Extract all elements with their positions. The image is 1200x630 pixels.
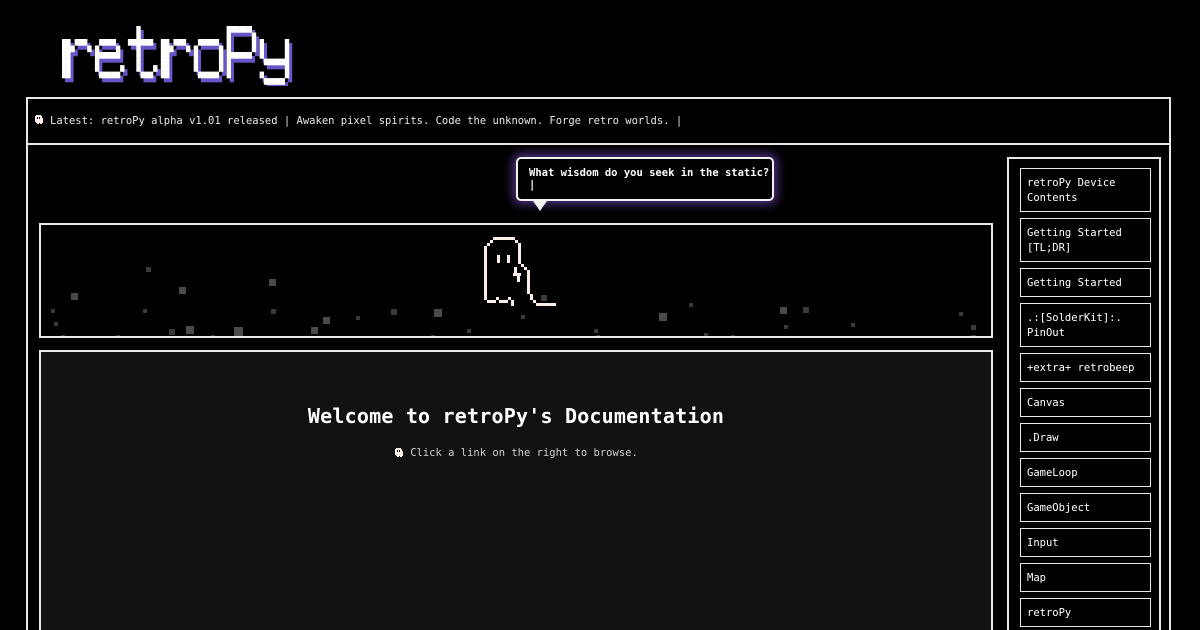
- ticker-text: Latest: retroPy alpha v1.01 released | A…: [50, 115, 683, 127]
- static-particle: [311, 327, 318, 334]
- static-particle: [659, 313, 667, 321]
- static-particle: [116, 335, 120, 336]
- page: retroPy Latest: retroPy alpha v1.01 rele…: [0, 0, 1200, 630]
- sidebar-item-gameobject[interactable]: GameObject: [1020, 493, 1151, 522]
- static-particle: [186, 326, 194, 334]
- static-particle: [179, 287, 186, 294]
- static-particle: [356, 316, 360, 320]
- static-particle: [851, 323, 855, 327]
- ghost-stage: [39, 223, 993, 338]
- static-particle: [971, 335, 976, 336]
- sidebar-item-input[interactable]: Input: [1020, 528, 1151, 557]
- sidebar-item-map[interactable]: Map: [1020, 563, 1151, 592]
- ghost-scene: [51, 237, 976, 336]
- sidebar-item-canvas[interactable]: Canvas: [1020, 388, 1151, 417]
- ghost-icon: [34, 114, 44, 128]
- static-particle: [391, 309, 397, 315]
- sidebar-item-getting-started-tldr[interactable]: Getting Started [TL;DR]: [1020, 218, 1151, 262]
- sidebar-item-gameloop[interactable]: GameLoop: [1020, 458, 1151, 487]
- static-particle: [51, 309, 55, 313]
- static-particle: [704, 333, 708, 336]
- static-particle: [596, 335, 600, 336]
- sidebar-item-retrobeep[interactable]: +extra+ retrobeep: [1020, 353, 1151, 382]
- page-title: Welcome to retroPy's Documentation: [307, 404, 725, 428]
- static-particle: [61, 335, 65, 336]
- static-particle: [521, 315, 525, 319]
- static-particle: [959, 312, 963, 316]
- static-particle: [323, 317, 330, 324]
- browse-hint: Click a link on the right to browse.: [41, 447, 991, 461]
- static-particle: [431, 335, 435, 336]
- sidebar-item-retropy[interactable]: retroPy: [1020, 598, 1151, 627]
- static-particle: [211, 335, 215, 336]
- speech-bubble-tail: [533, 201, 547, 211]
- speech-bubble-text: What wisdom do you seek in the static? |: [529, 167, 770, 191]
- static-particle: [971, 325, 976, 330]
- static-particle: [434, 309, 442, 317]
- browse-hint-text: Click a link on the right to browse.: [410, 447, 638, 459]
- static-particle: [803, 307, 809, 313]
- ghost-icon: [394, 447, 404, 461]
- static-particle: [271, 309, 276, 314]
- content-panel: Welcome to retroPy's Documentation Click…: [39, 350, 993, 630]
- logo-pixel-art: [62, 26, 293, 86]
- static-particle: [234, 327, 243, 336]
- sidebar-nav-list: retroPy Device Contents Getting Started …: [1020, 168, 1151, 630]
- sidebar-item-device-contents[interactable]: retroPy Device Contents: [1020, 168, 1151, 212]
- static-particle: [169, 329, 175, 335]
- static-particle: [689, 303, 693, 307]
- docs-sidebar: retroPy Device Contents Getting Started …: [1007, 157, 1161, 630]
- static-particle: [143, 309, 147, 313]
- static-particle: [784, 325, 788, 329]
- sidebar-item-solderkit-pinout[interactable]: .:[SolderKit]:. PinOut: [1020, 303, 1151, 347]
- static-particle: [541, 295, 547, 301]
- sidebar-item-draw[interactable]: .Draw: [1020, 423, 1151, 452]
- static-particle: [467, 329, 471, 333]
- static-particle: [731, 335, 735, 336]
- static-particle: [146, 267, 151, 272]
- static-particle: [54, 322, 58, 326]
- static-particle: [71, 293, 78, 300]
- sidebar-item-getting-started[interactable]: Getting Started: [1020, 268, 1151, 297]
- news-ticker: Latest: retroPy alpha v1.01 released | A…: [26, 97, 1171, 143]
- speech-bubble: What wisdom do you seek in the static? |: [516, 157, 774, 201]
- static-particle: [269, 279, 276, 286]
- logo[interactable]: retroPy: [62, 22, 332, 86]
- static-particle: [594, 329, 598, 333]
- static-particle: [780, 307, 787, 314]
